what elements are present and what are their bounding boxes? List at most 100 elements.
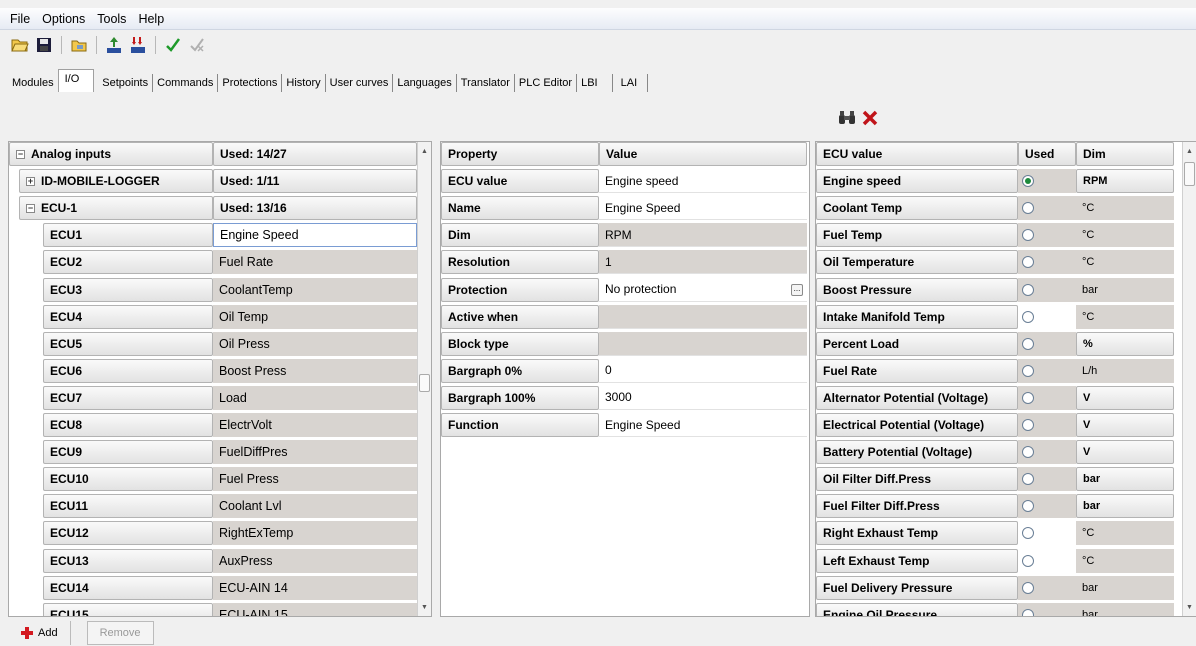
save-icon[interactable]: [34, 35, 54, 55]
radio-empty-icon[interactable]: [1022, 608, 1034, 616]
radio-empty-icon[interactable]: [1022, 310, 1034, 323]
left-scrollbar[interactable]: ▲ ▼: [417, 142, 431, 616]
property-value-cell[interactable]: 0: [599, 358, 807, 383]
input-value-cell[interactable]: Fuel Press: [213, 467, 417, 492]
module-group-name[interactable]: − ECU-1: [19, 196, 213, 221]
open-folder-icon[interactable]: [10, 35, 30, 55]
radio-selected-icon[interactable]: [1022, 175, 1034, 188]
tab-modules[interactable]: Modules: [8, 74, 58, 92]
ecu-value-row[interactable]: Electrical Potential (Voltage) V: [816, 413, 1196, 438]
delete-icon[interactable]: [862, 110, 878, 129]
property-value-cell[interactable]: Engine Speed: [599, 413, 807, 437]
radio-empty-icon[interactable]: [1022, 446, 1034, 459]
tab-io[interactable]: I/O: [57, 69, 95, 92]
check-icon[interactable]: [163, 35, 183, 55]
menu-file[interactable]: File: [10, 12, 30, 26]
radio-empty-icon[interactable]: [1022, 500, 1034, 513]
ecu-value-name-cell[interactable]: Oil Filter Diff.Press: [816, 467, 1018, 492]
scroll-thumb[interactable]: [1184, 162, 1195, 186]
ecu-value-name-cell[interactable]: Fuel Temp: [816, 223, 1018, 248]
table-row[interactable]: ECU12 RightExTemp: [9, 521, 431, 546]
upload-icon[interactable]: [104, 35, 124, 55]
input-value-cell[interactable]: Oil Press: [213, 331, 417, 356]
used-cell[interactable]: [1018, 331, 1076, 356]
tab-translator[interactable]: Translator: [457, 74, 515, 92]
table-row[interactable]: ECU1 Engine Speed: [9, 223, 431, 248]
property-value-cell[interactable]: [599, 331, 807, 356]
used-cell[interactable]: [1018, 358, 1076, 383]
radio-empty-icon[interactable]: [1022, 364, 1034, 377]
menu-tools[interactable]: Tools: [97, 12, 126, 26]
table-row[interactable]: ECU3 CoolantTemp: [9, 277, 431, 303]
property-row[interactable]: Active when: [441, 304, 809, 330]
tab-lai[interactable]: LAI: [617, 74, 649, 92]
radio-empty-icon[interactable]: [1022, 419, 1034, 431]
used-cell[interactable]: [1018, 277, 1076, 302]
input-value-cell[interactable]: ECU-AIN 14: [213, 575, 417, 600]
menu-options[interactable]: Options: [42, 12, 85, 26]
input-value-cell[interactable]: Boost Press: [213, 358, 417, 383]
ecu-value-row[interactable]: Left Exhaust Temp °C: [816, 548, 1196, 574]
used-cell[interactable]: [1018, 494, 1076, 519]
used-cell[interactable]: [1018, 602, 1076, 616]
property-row[interactable]: Block type: [441, 331, 809, 357]
write-to-controller-icon[interactable]: [128, 35, 148, 55]
ecu-value-name-cell[interactable]: Coolant Temp: [816, 196, 1018, 221]
tab-protections[interactable]: Protections: [218, 74, 283, 92]
ecu-value-name-cell[interactable]: Right Exhaust Temp: [816, 521, 1018, 546]
scroll-up-arrow[interactable]: ▲: [418, 144, 431, 158]
radio-empty-icon[interactable]: [1022, 256, 1034, 269]
input-value-cell[interactable]: AuxPress: [213, 548, 417, 573]
property-value-cell[interactable]: No protection...: [599, 277, 807, 302]
property-row[interactable]: Bargraph 100% 3000: [441, 385, 809, 411]
module-group-row[interactable]: + ID-MOBILE-LOGGER Used: 1/11: [9, 169, 431, 194]
radio-empty-icon[interactable]: [1022, 581, 1034, 594]
property-value-cell[interactable]: Engine Speed: [599, 196, 807, 221]
property-row[interactable]: Resolution 1: [441, 250, 809, 275]
ecu-value-name-cell[interactable]: Battery Potential (Voltage): [816, 440, 1018, 465]
table-row[interactable]: ECU8 ElectrVolt: [9, 413, 431, 438]
input-value-cell[interactable]: ECU-AIN 15: [213, 602, 417, 616]
radio-empty-icon[interactable]: [1022, 202, 1034, 215]
ecu-value-name-cell[interactable]: Fuel Filter Diff.Press: [816, 494, 1018, 519]
input-value-cell[interactable]: Oil Temp: [213, 304, 417, 329]
table-row[interactable]: ECU7 Load: [9, 385, 431, 411]
used-cell[interactable]: [1018, 250, 1076, 275]
ecu-value-row[interactable]: Intake Manifold Temp °C: [816, 304, 1196, 330]
radio-empty-icon[interactable]: [1022, 283, 1034, 296]
menu-help[interactable]: Help: [138, 12, 164, 26]
used-cell[interactable]: [1018, 223, 1076, 248]
scroll-thumb[interactable]: [419, 374, 430, 392]
input-value-cell[interactable]: CoolantTemp: [213, 277, 417, 302]
table-row[interactable]: ECU15 ECU-AIN 15: [9, 602, 431, 616]
module-group-row[interactable]: − ECU-1 Used: 13/16: [9, 196, 431, 221]
ecu-value-row[interactable]: Boost Pressure bar: [816, 277, 1196, 303]
scroll-down-arrow[interactable]: ▼: [418, 600, 431, 614]
used-cell[interactable]: [1018, 575, 1076, 600]
binoculars-icon[interactable]: [838, 110, 856, 129]
ecu-value-row[interactable]: Oil Temperature °C: [816, 250, 1196, 275]
check-disabled-icon[interactable]: [187, 35, 207, 55]
ecu-value-name-cell[interactable]: Boost Pressure: [816, 277, 1018, 302]
property-row[interactable]: Dim RPM: [441, 223, 809, 248]
analog-inputs-header[interactable]: − Analog inputs: [9, 142, 213, 166]
used-cell[interactable]: [1018, 413, 1076, 437]
property-value-cell[interactable]: 1: [599, 250, 807, 275]
module-group-name[interactable]: + ID-MOBILE-LOGGER: [19, 169, 213, 194]
property-value-cell[interactable]: 3000: [599, 385, 807, 410]
ecu-value-name-cell[interactable]: Intake Manifold Temp: [816, 304, 1018, 329]
property-row[interactable]: Bargraph 0% 0: [441, 358, 809, 384]
ecu-value-name-cell[interactable]: Left Exhaust Temp: [816, 548, 1018, 573]
used-cell[interactable]: [1018, 548, 1076, 573]
radio-empty-icon[interactable]: [1022, 229, 1034, 242]
tab-setpoints[interactable]: Setpoints: [98, 74, 154, 92]
table-row[interactable]: ECU10 Fuel Press: [9, 467, 431, 492]
ecu-scrollbar[interactable]: ▲ ▼: [1182, 142, 1196, 616]
tab-lbi[interactable]: LBI: [577, 74, 613, 92]
tab-plc-editor[interactable]: PLC Editor: [515, 74, 578, 92]
browse-button[interactable]: ...: [791, 283, 803, 296]
table-row[interactable]: ECU2 Fuel Rate: [9, 250, 431, 275]
ecu-value-name-cell[interactable]: Fuel Rate: [816, 358, 1018, 383]
ecu-value-row[interactable]: Engine speed RPM: [816, 169, 1196, 194]
property-row[interactable]: Name Engine Speed: [441, 196, 809, 221]
